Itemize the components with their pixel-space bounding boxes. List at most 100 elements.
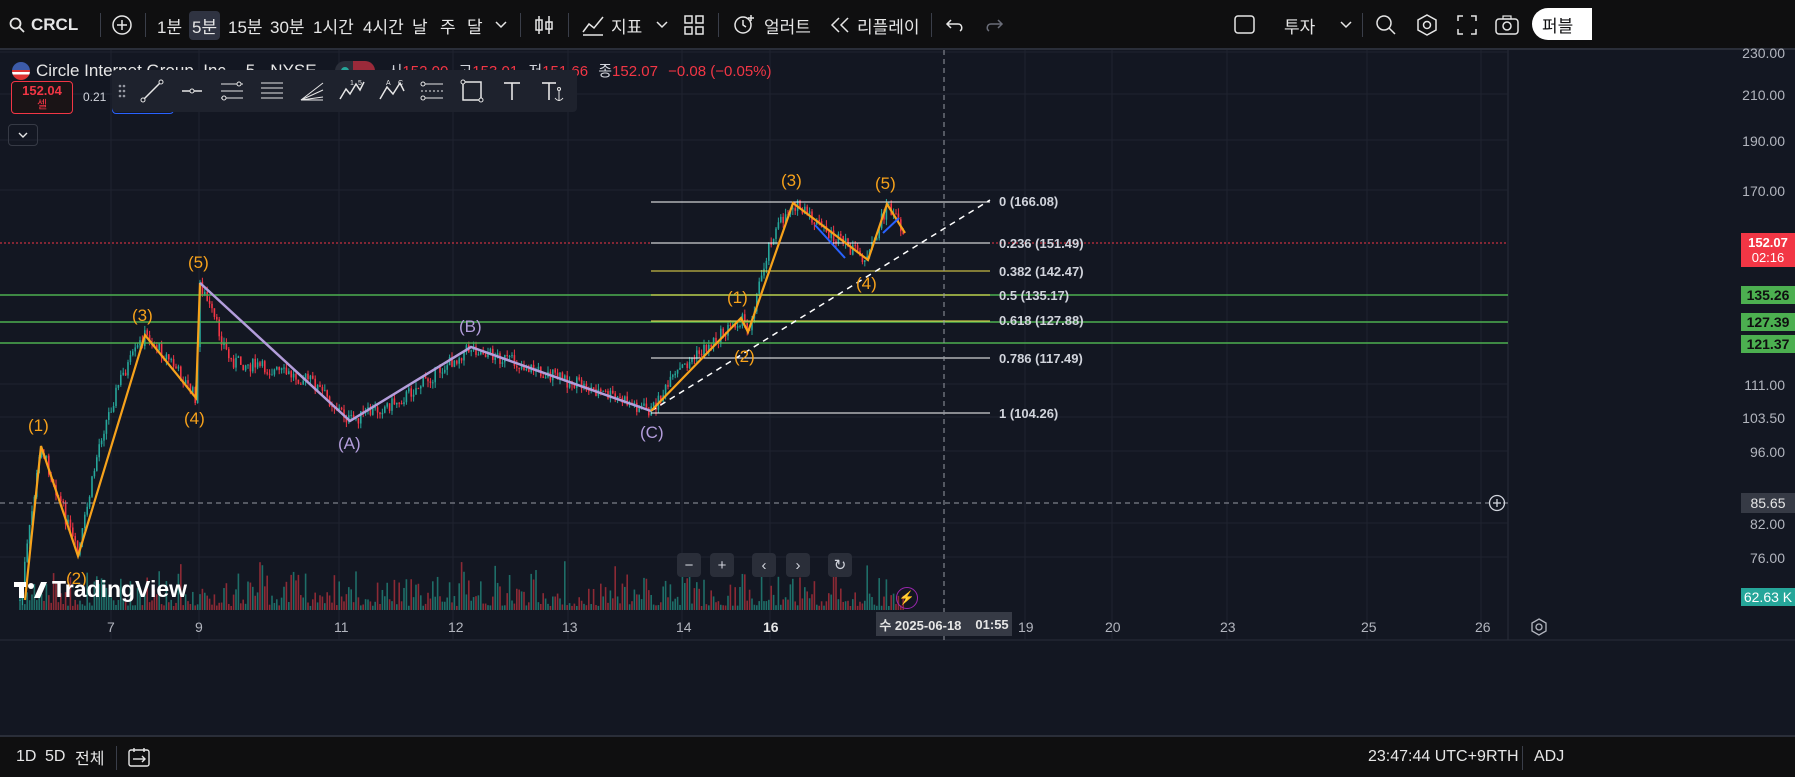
time-tick: 23: [1220, 619, 1236, 635]
divider: [931, 13, 932, 37]
undo-icon: [945, 19, 963, 32]
legend-collapse-button[interactable]: [8, 124, 38, 146]
drag-handle-icon[interactable]: [112, 70, 132, 112]
price-tick: 96.00: [1749, 444, 1785, 460]
level-tag-121: 121.37: [1741, 335, 1795, 353]
settings-button[interactable]: [1416, 0, 1438, 50]
rectangle-tool[interactable]: [452, 70, 492, 112]
fib-label-0618: 0.618 (127.88): [999, 313, 1084, 328]
time-tick: 19: [1018, 619, 1034, 635]
elliott-impulse-tool[interactable]: 15: [332, 70, 372, 112]
clock-text: 23:47:44 UTC+9: [1368, 748, 1486, 765]
divider: [116, 746, 117, 770]
adjustment-toggle[interactable]: ADJ: [1534, 737, 1564, 777]
invest-dropdown[interactable]: [1340, 0, 1352, 50]
sell-button[interactable]: 152.04 셀: [11, 81, 73, 114]
fullscreen-button[interactable]: [1457, 0, 1477, 50]
tradingview-logo[interactable]: TradingView: [14, 576, 187, 603]
bar-countdown: 02:16: [1751, 250, 1785, 265]
timeframe-1m[interactable]: 1분: [157, 0, 182, 50]
elliott-correction-tool[interactable]: AC: [372, 70, 412, 112]
fib-tool[interactable]: [212, 70, 252, 112]
wave-label: (1): [28, 416, 49, 435]
range-1d-button[interactable]: 1D: [16, 737, 36, 777]
corrective-wave-abc: [199, 282, 652, 423]
zoom-out-button[interactable]: −: [677, 553, 701, 577]
snapshot-button[interactable]: [1495, 0, 1519, 50]
scroll-left-button[interactable]: ‹: [752, 553, 776, 577]
position-tool[interactable]: [412, 70, 452, 112]
undo-button[interactable]: [945, 0, 965, 50]
invest-label: 투자: [1284, 17, 1316, 37]
redo-button[interactable]: [984, 0, 1004, 50]
timeframe-label: 4시간: [363, 17, 404, 37]
wave-label: (5): [875, 174, 896, 193]
timeframe-dropdown[interactable]: [495, 0, 507, 50]
anchored-text-tool[interactable]: [532, 70, 572, 112]
fan-icon: [300, 82, 324, 101]
lightning-icon[interactable]: ⚡: [896, 587, 918, 609]
reset-chart-button[interactable]: ↻: [828, 553, 852, 577]
text-tool[interactable]: [492, 70, 532, 112]
change-value: −0.08 (−0.05%): [668, 63, 772, 80]
clock-display[interactable]: 23:47:44 UTC+9: [1368, 737, 1486, 777]
price-candles: [19, 198, 904, 606]
wave-label: (B): [459, 317, 482, 336]
quick-search-button[interactable]: [1375, 0, 1397, 50]
layouts-button[interactable]: [684, 0, 704, 50]
wave-label: (2): [734, 347, 755, 366]
svg-text:5: 5: [358, 80, 362, 87]
wave-label: (3): [132, 306, 153, 325]
alert-button[interactable]: 얼러트: [732, 0, 811, 50]
compare-add-button[interactable]: [111, 0, 133, 50]
timeframe-week[interactable]: 주: [440, 0, 456, 50]
range-5d-button[interactable]: 5D: [45, 737, 65, 777]
calendar-range-icon: [128, 748, 150, 767]
square-icon: [1234, 15, 1255, 34]
session-text: RTH: [1486, 748, 1519, 765]
crosshair-time: 01:55: [975, 616, 1009, 632]
publish-button[interactable]: 퍼블: [1532, 8, 1592, 40]
fib-label-0236: 0.236 (151.49): [999, 236, 1084, 251]
wave-label: (4): [184, 409, 205, 428]
close-value: 152.07: [612, 63, 658, 80]
divider: [1362, 13, 1363, 37]
timeframe-15m[interactable]: 15분: [228, 0, 263, 50]
wave-label: (1): [727, 288, 748, 307]
replay-button[interactable]: 리플레이: [829, 0, 920, 50]
symbol-search[interactable]: CRCL: [9, 0, 78, 50]
timeframe-label: 날: [412, 17, 428, 37]
price-tick: 82.00: [1749, 516, 1785, 532]
date-range-button[interactable]: [128, 737, 150, 777]
parallel-channel-tool[interactable]: [252, 70, 292, 112]
scroll-right-button[interactable]: ›: [786, 553, 810, 577]
crosshair-price-tag: 85.65: [1741, 493, 1795, 513]
timeframe-4h[interactable]: 4시간: [363, 0, 404, 50]
add-alert-button[interactable]: [1488, 494, 1506, 517]
wave-label: (4): [856, 274, 877, 293]
layout-select-checkbox[interactable]: [1234, 0, 1256, 50]
trend-line-tool[interactable]: [132, 70, 172, 112]
chart-type-button[interactable]: [533, 0, 555, 50]
timeframe-month[interactable]: 달: [467, 0, 483, 50]
price-tick: 76.00: [1749, 550, 1785, 566]
horizontal-line-tool[interactable]: [172, 70, 212, 112]
timeframe-5m[interactable]: 5분: [189, 0, 221, 50]
fan-tool[interactable]: [292, 70, 332, 112]
tv-logo-icon: [14, 581, 47, 598]
indicators-dropdown[interactable]: [656, 0, 668, 50]
divider: [520, 13, 521, 37]
timeframe-30m[interactable]: 30분: [270, 0, 305, 50]
zoom-in-button[interactable]: +: [710, 553, 734, 577]
session-toggle[interactable]: RTH: [1486, 737, 1519, 777]
indicators-button[interactable]: 지표: [581, 0, 642, 50]
time-tick: 25: [1361, 619, 1377, 635]
invest-button[interactable]: 투자: [1284, 0, 1315, 50]
wave-label: (3): [781, 171, 802, 190]
magnifier-icon: [1376, 15, 1396, 35]
timeframe-1h[interactable]: 1시간: [313, 0, 354, 50]
axis-settings-button[interactable]: [1530, 618, 1548, 641]
alert-label: 얼러트: [764, 17, 811, 37]
timeframe-day[interactable]: 날: [412, 0, 428, 50]
range-all-button[interactable]: 전체: [75, 737, 104, 777]
